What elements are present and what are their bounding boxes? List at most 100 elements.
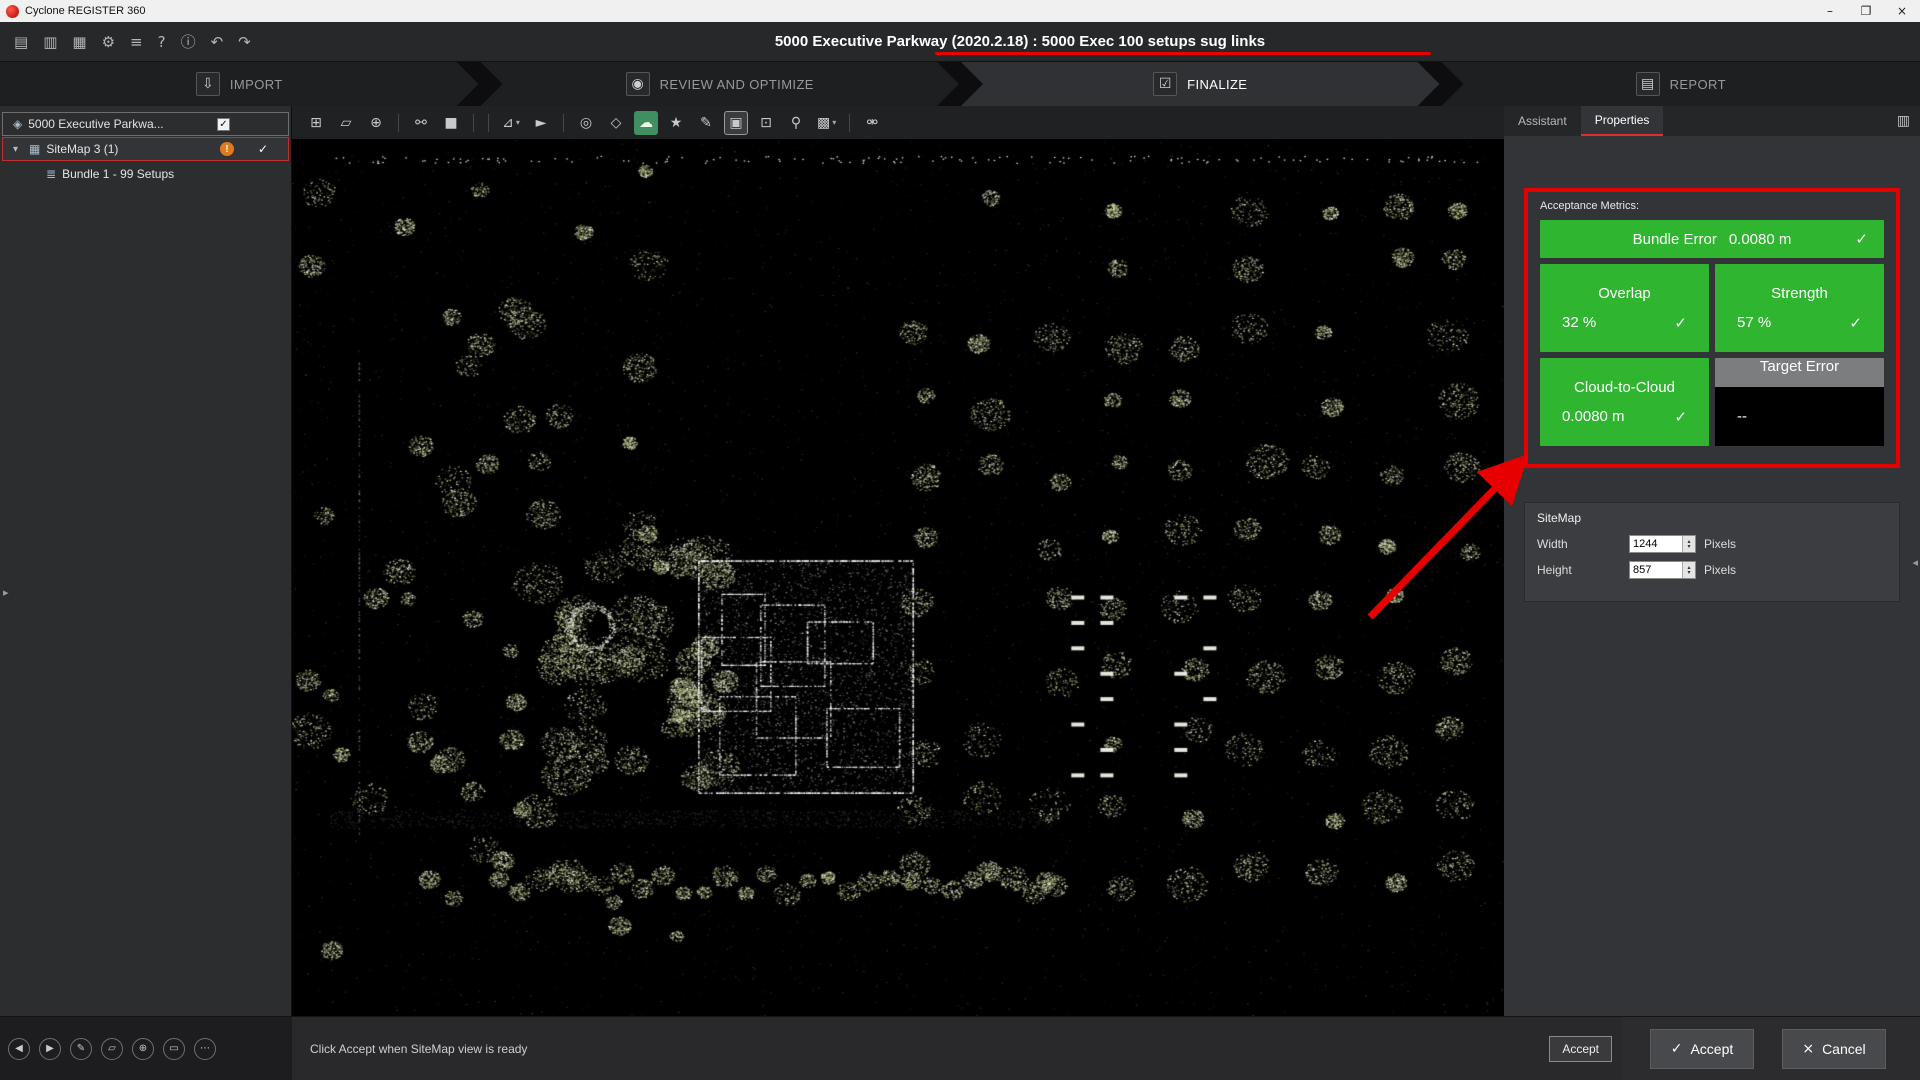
app-window: Cyclone REGISTER 360 – ❐ × ▤ ▥ ▦ ⚙ ≡? ⓘ ↶ ↷ 500… — [0, 0, 1920, 1080]
sitemap-width-input[interactable] — [1630, 536, 1682, 552]
tree-item-sitemap[interactable]: ▾ ▦ SiteMap 3 (1) ! ✓ — [2, 137, 289, 161]
panel-collapse-handle[interactable]: ◂ — [1912, 556, 1918, 569]
tab-finalize-label: FINALIZE — [1187, 77, 1247, 92]
sitemap-node-label: SiteMap 3 (1) — [46, 142, 118, 156]
height-label: Height — [1537, 563, 1629, 577]
previous-view-icon[interactable]: ◀ — [8, 1038, 30, 1060]
acceptance-metrics-annotation-box: Acceptance Metrics: Bundle Error 0.0080 … — [1524, 188, 1900, 468]
visual-alignment-icon[interactable]: ⊞ — [304, 111, 328, 135]
footer-action-strip: ✓ Accept × Cancel — [1622, 1016, 1920, 1080]
chevron-down-icon: ▾ — [516, 118, 520, 127]
cancel-button[interactable]: × Cancel — [1782, 1029, 1886, 1069]
status-text: Click Accept when SiteMap view is ready — [292, 1042, 527, 1056]
window-controls: – ❐ × — [1812, 0, 1920, 22]
copy-view-icon[interactable]: ▱ — [101, 1038, 123, 1060]
tab-report-label: REPORT — [1670, 77, 1726, 92]
more-options-icon[interactable]: ⋯ — [194, 1038, 216, 1060]
project-title: 5000 Executive Parkway (2020.2.18) : 500… — [0, 33, 1920, 50]
camera-icon[interactable]: ⊡ — [754, 111, 778, 135]
sitemap-check-icon[interactable]: ✓ — [258, 142, 268, 156]
tree-item-bundle[interactable]: ≣ Bundle 1 - 99 Setups — [2, 162, 289, 186]
cloud-to-cloud-metric: Cloud-to-Cloud 0.0080 m ✓ — [1540, 358, 1709, 446]
sitemap-width-row: Width ▴ ▾ Pixels — [1537, 535, 1887, 553]
duplicate-view-icon[interactable]: ▱ — [334, 111, 358, 135]
info-icon[interactable]: ⓘ — [181, 31, 196, 52]
cancel-button-label: Cancel — [1822, 1041, 1866, 1057]
pick-cursor-icon[interactable]: ► — [529, 111, 553, 135]
accept-button[interactable]: ✓ Accept — [1650, 1029, 1754, 1069]
window-title: Cyclone REGISTER 360 — [25, 5, 145, 17]
properties-panel: Assistant Properties ▥ Acceptance Metric… — [1504, 106, 1920, 1016]
strength-label: Strength — [1771, 285, 1828, 302]
next-view-icon[interactable]: ▶ — [39, 1038, 61, 1060]
import-data-icon[interactable]: ▥ — [43, 33, 57, 51]
spinner-down-icon[interactable]: ▾ — [1687, 570, 1690, 575]
report-icon: ▤ — [1636, 72, 1660, 96]
image-icon[interactable]: ▣ — [724, 111, 748, 135]
sitemap-height-input[interactable] — [1630, 562, 1682, 578]
tab-review-and-optimize[interactable]: ◉ REVIEW AND OPTIMIZE — [481, 62, 960, 106]
layers-icon[interactable]: ▩▾ — [814, 111, 839, 135]
height-spinner[interactable]: ▴ ▾ — [1682, 562, 1695, 578]
tab-import[interactable]: ⇩ IMPORT — [0, 62, 479, 106]
bundle-error-label: Bundle Error — [1633, 231, 1717, 248]
help-icon[interactable]: ? — [158, 33, 166, 51]
settings-gear-icon[interactable]: ⚙ — [102, 33, 115, 51]
sidebar-collapse-handle[interactable]: ▸ — [3, 586, 9, 599]
measure-icon[interactable]: ⊿▾ — [499, 111, 523, 135]
tab-assistant[interactable]: Assistant — [1504, 106, 1581, 136]
overlap-metric: Overlap 32 % ✓ — [1540, 264, 1709, 352]
tree-item-project[interactable]: ◈ 5000 Executive Parkwa... ✓ — [2, 112, 289, 136]
zoom-tool-icon[interactable]: ⊕ — [132, 1038, 154, 1060]
target-error-value: -- — [1737, 408, 1862, 425]
zoom-window-icon[interactable]: ⊕ — [364, 111, 388, 135]
pen-icon[interactable]: ✎ — [694, 111, 718, 135]
unlink-icon[interactable]: ⚮ — [860, 111, 884, 135]
overlap-value: 32 % — [1562, 314, 1596, 332]
point-cloud-canvas[interactable] — [292, 140, 1504, 1016]
project-windows-icon[interactable]: ▦ — [72, 33, 86, 51]
acceptance-metrics-heading: Acceptance Metrics: — [1540, 200, 1884, 212]
redo-icon[interactable]: ↷ — [238, 33, 251, 51]
cloud-icon[interactable]: ☁ — [634, 111, 658, 135]
bundle-error-metric: Bundle Error 0.0080 m ✓ — [1540, 220, 1884, 258]
toolbar-separator — [563, 114, 564, 132]
star-icon[interactable]: ★ — [664, 111, 688, 135]
tab-properties[interactable]: Properties — [1581, 106, 1664, 136]
width-spinner[interactable]: ▴ ▾ — [1682, 536, 1695, 552]
tag-icon[interactable]: ◇ — [604, 111, 628, 135]
project-node-icon: ◈ — [13, 117, 22, 131]
tab-finalize[interactable]: ☑ FINALIZE — [961, 62, 1440, 106]
viewport-column: ⊞▱⊕ ⚯■ ⊿▾► ◎◇☁★✎▣⊡⚲▩▾ ⚮ — [292, 106, 1504, 1016]
tab-report[interactable]: ▤ REPORT — [1442, 62, 1920, 106]
draw-icon[interactable]: ✎ — [70, 1038, 92, 1060]
accept-small-button[interactable]: Accept — [1549, 1036, 1612, 1062]
location-pin-icon[interactable]: ⚲ — [784, 111, 808, 135]
minimize-button[interactable]: – — [1812, 0, 1848, 22]
open-project-icon[interactable]: ▤ — [14, 33, 28, 51]
fill-region-icon[interactable]: ■ — [439, 111, 463, 135]
panel-layout-icon[interactable]: ▥ — [1897, 113, 1910, 129]
target-icon[interactable]: ◎ — [574, 111, 598, 135]
check-icon: ✓ — [1674, 314, 1687, 332]
toolbar-separator — [849, 114, 850, 132]
main-toolbar-icons: ▤ ▥ ▦ ⚙ ≡? ⓘ ↶ ↷ — [0, 31, 251, 52]
undo-icon[interactable]: ↶ — [211, 33, 224, 51]
maximize-button[interactable]: ❐ — [1848, 0, 1884, 22]
link-setups-icon[interactable]: ⚯ — [409, 111, 433, 135]
project-checkbox[interactable]: ✓ — [217, 118, 230, 131]
fit-screen-icon[interactable]: ▭ — [163, 1038, 185, 1060]
panel-tab-bar: Assistant Properties ▥ — [1504, 106, 1920, 136]
bundle-node-icon: ≣ — [46, 167, 56, 181]
close-button[interactable]: × — [1884, 0, 1920, 22]
event-log-icon[interactable]: ≡ — [130, 33, 143, 51]
width-unit: Pixels — [1704, 537, 1736, 551]
chevron-down-icon: ▾ — [832, 118, 836, 127]
cloud-to-cloud-value: 0.0080 m — [1562, 408, 1625, 426]
target-error-metric: Target Error -- — [1715, 358, 1884, 446]
spinner-down-icon[interactable]: ▾ — [1687, 544, 1690, 549]
expander-icon[interactable]: ▾ — [13, 144, 23, 155]
footer-nav-icons: ◀ ▶ ✎ ▱ ⊕ ▭ ⋯ — [0, 1016, 292, 1080]
footer-bar: ◀ ▶ ✎ ▱ ⊕ ▭ ⋯ Click Accept when SiteMap view i… — [0, 1016, 1920, 1080]
canvas-toolbar-icons: ⊞▱⊕ ⚯■ ⊿▾► ◎◇☁★✎▣⊡⚲▩▾ ⚮ — [292, 106, 1504, 140]
